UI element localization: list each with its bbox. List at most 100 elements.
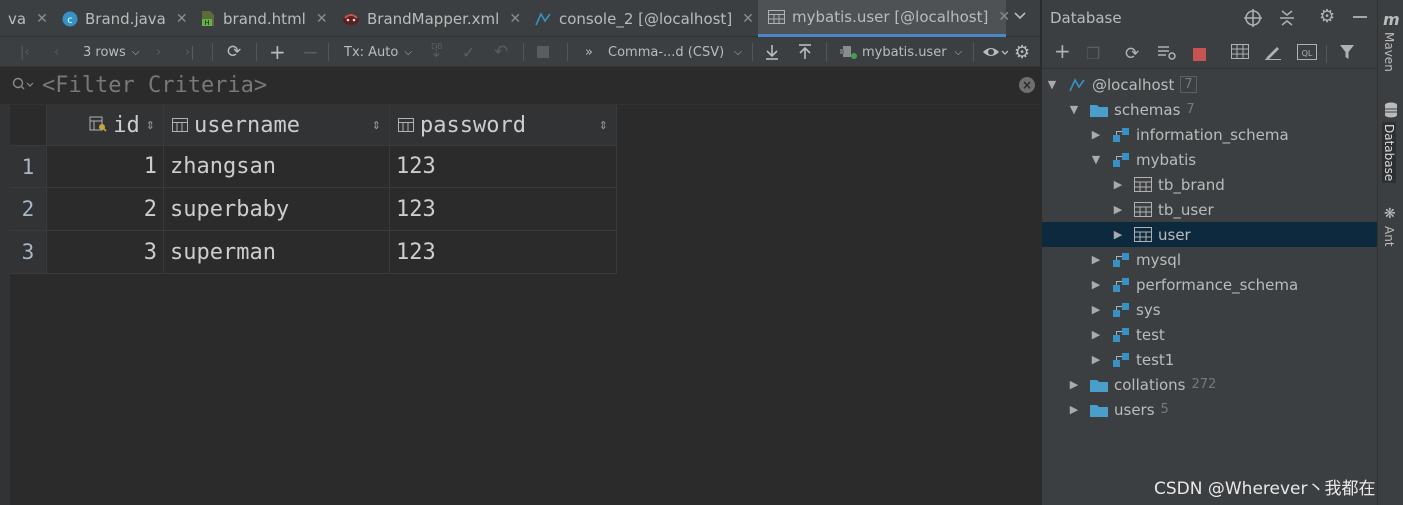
- expand-arrow-icon[interactable]: ▶: [1112, 203, 1124, 216]
- maven-icon[interactable]: m: [1383, 10, 1400, 29]
- schema-settings-icon[interactable]: [1157, 44, 1177, 64]
- datasource-selector[interactable]: mybatis.user ⌵: [840, 37, 962, 67]
- gear-icon[interactable]: ⚙: [1014, 37, 1030, 67]
- tab-brand-java[interactable]: c Brand.java ✕: [52, 0, 188, 37]
- cell-username[interactable]: superbaby: [164, 188, 390, 231]
- column-header-password[interactable]: password ⇕: [390, 105, 617, 146]
- expand-arrow-icon[interactable]: ▶: [1090, 303, 1102, 316]
- expand-arrow-icon[interactable]: ▶: [1068, 378, 1080, 391]
- tree-node-tb-brand[interactable]: ▶ tb_brand: [1042, 172, 1378, 197]
- column-header-id[interactable]: id ⇕: [47, 105, 164, 146]
- expand-arrow-icon[interactable]: ▼: [1068, 103, 1080, 116]
- export-format-dropdown[interactable]: Comma-...d (CSV) ⌵: [608, 37, 742, 67]
- download-icon[interactable]: [765, 37, 779, 67]
- cell-id[interactable]: 3: [47, 231, 164, 274]
- cell-username[interactable]: zhangsan: [164, 146, 390, 188]
- crosshair-icon[interactable]: [1244, 9, 1262, 31]
- add-icon[interactable]: +: [1054, 39, 1071, 63]
- refresh-icon[interactable]: ⟳: [1125, 44, 1139, 64]
- submit-check-icon[interactable]: ✓: [462, 37, 475, 67]
- edit-icon[interactable]: [1264, 44, 1282, 64]
- first-page-icon[interactable]: |‹: [20, 37, 30, 67]
- tab-console-2[interactable]: console_2 [@localhost] ✕: [526, 0, 758, 37]
- delete-row-icon[interactable]: −: [302, 37, 319, 67]
- tab-partial-java[interactable]: va ✕: [0, 0, 52, 37]
- transaction-mode-dropdown[interactable]: Tx: Auto ⌵: [344, 37, 412, 67]
- table-row[interactable]: 3 3 superman 123: [10, 231, 617, 274]
- tree-node-test1[interactable]: ▶ test1: [1042, 347, 1378, 372]
- maven-tool-tab[interactable]: Maven: [1382, 32, 1396, 72]
- cell-id[interactable]: 1: [47, 146, 164, 188]
- sort-icon[interactable]: ⇕: [372, 119, 381, 132]
- tree-node-user[interactable]: ▶ user: [1042, 222, 1378, 247]
- tree-node-information-schema[interactable]: ▶ information_schema: [1042, 122, 1378, 147]
- rollback-icon[interactable]: ↶: [494, 37, 508, 67]
- table-row[interactable]: 2 2 superbaby 123: [10, 188, 617, 231]
- gear-icon[interactable]: ⚙: [1319, 6, 1335, 27]
- row-number[interactable]: 1: [10, 146, 47, 188]
- cell-password[interactable]: 123: [390, 188, 617, 231]
- filter-criteria-input[interactable]: <Filter Criteria>: [42, 73, 267, 98]
- tree-node-collations[interactable]: ▶ collations 272: [1042, 372, 1378, 397]
- tab-mybatis-user[interactable]: mybatis.user [@localhost] ✕: [758, 0, 1010, 37]
- expand-arrow-icon[interactable]: ▶: [1112, 178, 1124, 191]
- clear-filter-icon[interactable]: ×: [1019, 77, 1035, 93]
- rows-count-dropdown[interactable]: 3 rows ⌵: [83, 37, 139, 67]
- minimize-icon[interactable]: [1352, 9, 1368, 29]
- cell-username[interactable]: superman: [164, 231, 390, 274]
- close-icon[interactable]: ✕: [176, 11, 188, 27]
- cell-id[interactable]: 2: [47, 188, 164, 231]
- close-icon[interactable]: ✕: [36, 11, 48, 27]
- expand-arrow-icon[interactable]: ▶: [1068, 403, 1080, 416]
- commit-icon[interactable]: ⇣: [430, 37, 443, 67]
- tree-node-performance-schema[interactable]: ▶ performance_schema: [1042, 272, 1378, 297]
- upload-icon[interactable]: [798, 37, 812, 67]
- expand-arrow-icon[interactable]: ▶: [1090, 328, 1102, 341]
- tab-brand-html[interactable]: H brand.html ✕: [188, 0, 332, 37]
- copy-icon[interactable]: ❐: [1086, 44, 1100, 63]
- expand-arrow-icon[interactable]: ▼: [1090, 153, 1102, 166]
- tree-node-users[interactable]: ▶ users 5: [1042, 397, 1378, 422]
- query-console-icon[interactable]: QL: [1297, 44, 1317, 64]
- table-row[interactable]: 1 1 zhangsan 123: [10, 146, 617, 188]
- refresh-icon[interactable]: ⟳: [227, 37, 241, 67]
- expand-arrow-icon[interactable]: ▶: [1112, 228, 1124, 241]
- table-view-icon[interactable]: [1231, 44, 1249, 63]
- tree-node-tb-user[interactable]: ▶ tb_user: [1042, 197, 1378, 222]
- close-icon[interactable]: ✕: [742, 11, 754, 27]
- expand-arrow-icon[interactable]: ▶: [1090, 353, 1102, 366]
- ant-tool-tab[interactable]: Ant: [1382, 226, 1396, 247]
- stop-icon[interactable]: [1193, 46, 1206, 65]
- add-row-icon[interactable]: +: [269, 37, 286, 67]
- last-page-icon[interactable]: ›|: [185, 37, 195, 67]
- close-icon[interactable]: ✕: [509, 11, 521, 27]
- expand-arrow-icon[interactable]: ▼: [1046, 78, 1058, 91]
- column-header-username[interactable]: username ⇕: [164, 105, 390, 146]
- tree-node-test[interactable]: ▶ test: [1042, 322, 1378, 347]
- row-number[interactable]: 2: [10, 188, 47, 231]
- tree-node-sys[interactable]: ▶ sys: [1042, 297, 1378, 322]
- tab-brandmapper-xml[interactable]: BrandMapper.xml ✕: [332, 0, 526, 37]
- expand-arrow-icon[interactable]: ▶: [1090, 128, 1102, 141]
- tree-node-mybatis[interactable]: ▼ mybatis: [1042, 147, 1378, 172]
- eye-icon[interactable]: [982, 37, 1008, 67]
- close-icon[interactable]: ✕: [316, 11, 328, 27]
- filter-icon[interactable]: [1339, 44, 1355, 64]
- cell-password[interactable]: 123: [390, 146, 617, 188]
- row-number[interactable]: 3: [10, 231, 47, 274]
- database-tool-tab[interactable]: Database: [1382, 122, 1396, 184]
- chevron-down-icon[interactable]: [1014, 9, 1026, 25]
- cell-password[interactable]: 123: [390, 231, 617, 274]
- close-icon[interactable]: ✕: [998, 9, 1010, 25]
- sort-icon[interactable]: ⇕: [146, 119, 155, 132]
- tree-node-schemas[interactable]: ▼ schemas 7: [1042, 97, 1378, 122]
- tree-node-mysql[interactable]: ▶ mysql: [1042, 247, 1378, 272]
- expand-arrow-icon[interactable]: ▶: [1090, 253, 1102, 266]
- stop-icon[interactable]: [537, 37, 549, 67]
- previous-page-icon[interactable]: ‹: [54, 37, 59, 67]
- next-page-icon[interactable]: ›: [156, 37, 161, 67]
- tree-node-localhost[interactable]: ▼ @localhost 7: [1042, 72, 1378, 97]
- sort-icon[interactable]: ⇕: [599, 119, 608, 132]
- expand-arrow-icon[interactable]: ▶: [1090, 278, 1102, 291]
- collapse-all-icon[interactable]: [1279, 9, 1295, 31]
